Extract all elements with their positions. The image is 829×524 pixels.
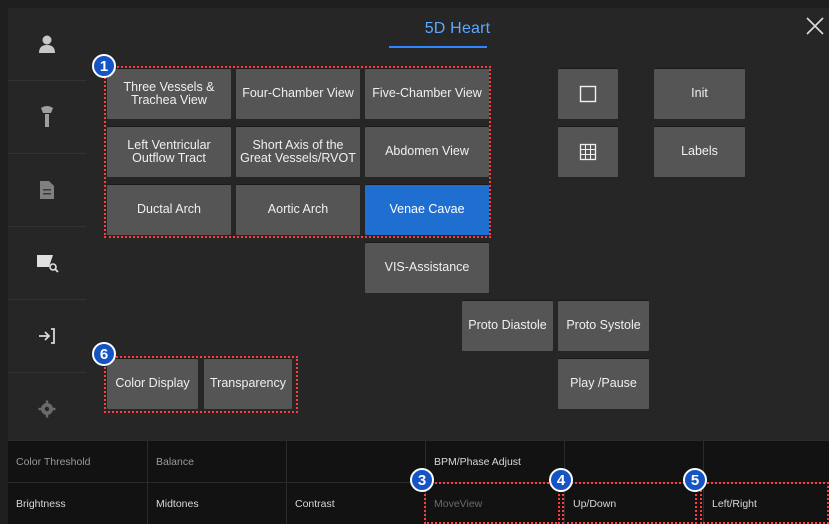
badge-1: 1 bbox=[92, 54, 116, 78]
view-label: Aortic Arch bbox=[267, 202, 329, 216]
close-icon bbox=[806, 17, 824, 35]
view-aortic-arch-button[interactable]: Aortic Arch bbox=[236, 184, 360, 235]
view-five-chamber-button[interactable]: Five-Chamber View bbox=[365, 68, 489, 119]
review-button[interactable] bbox=[8, 227, 86, 300]
proto-systole-button[interactable]: Proto Systole bbox=[558, 300, 649, 351]
view-label: Abdomen View bbox=[385, 144, 469, 158]
badge-6: 6 bbox=[92, 342, 116, 366]
grid-layout-button[interactable] bbox=[558, 126, 618, 177]
init-button[interactable]: Init bbox=[654, 68, 745, 119]
vis-assistance-label: VIS-Assistance bbox=[384, 260, 470, 274]
bottom-cell-moveview[interactable]: MoveView bbox=[426, 482, 565, 524]
bottom-cell-empty-1 bbox=[287, 440, 426, 482]
color-display-label: Color Display bbox=[115, 376, 190, 390]
view-label: Ductal Arch bbox=[137, 202, 201, 216]
left-sidebar bbox=[8, 8, 86, 440]
proto-diastole-button[interactable]: Proto Diastole bbox=[462, 300, 553, 351]
badge-4: 4 bbox=[549, 468, 573, 492]
bottom-cell-brightness[interactable]: Brightness bbox=[8, 482, 148, 524]
bottom-cell-midtones[interactable]: Midtones bbox=[148, 482, 287, 524]
view-three-vessels-button[interactable]: Three Vessels & Trachea View bbox=[107, 68, 231, 119]
view-four-chamber-button[interactable]: Four-Chamber View bbox=[236, 68, 360, 119]
color-display-button[interactable]: Color Display bbox=[107, 358, 198, 409]
labels-button[interactable]: Labels bbox=[654, 126, 745, 177]
title-underline bbox=[389, 46, 487, 48]
patient-button[interactable] bbox=[8, 8, 86, 81]
proto-systole-label: Proto Systole bbox=[566, 318, 641, 332]
bottom-cell-balance[interactable]: Balance bbox=[148, 440, 287, 482]
gear-icon bbox=[38, 400, 56, 418]
view-label: Three Vessels & Trachea View bbox=[123, 79, 215, 107]
transparency-button[interactable]: Transparency bbox=[204, 358, 292, 409]
vis-assistance-button[interactable]: VIS-Assistance bbox=[365, 242, 489, 293]
view-abdomen-button[interactable]: Abdomen View bbox=[365, 126, 489, 177]
single-layout-button[interactable] bbox=[558, 68, 618, 119]
settings-button[interactable] bbox=[8, 373, 86, 445]
play-pause-label: Play /Pause bbox=[570, 376, 637, 390]
bottom-cell-left-right[interactable]: Left/Right bbox=[704, 482, 829, 524]
view-label: Short Axis of the Great Vessels/RVOT bbox=[240, 137, 356, 165]
probe-icon bbox=[41, 106, 53, 127]
report-button[interactable] bbox=[8, 154, 86, 227]
bottom-cell-up-down[interactable]: Up/Down bbox=[565, 482, 704, 524]
view-label: Venae Cavae bbox=[389, 202, 465, 216]
page-title: 5D Heart bbox=[424, 20, 491, 37]
document-icon bbox=[40, 181, 54, 199]
bottom-cell-contrast[interactable]: Contrast bbox=[287, 482, 426, 524]
bottom-cell-color-threshold[interactable]: Color Threshold bbox=[8, 440, 148, 482]
probe-button[interactable] bbox=[8, 81, 86, 154]
play-pause-button[interactable]: Play /Pause bbox=[558, 358, 649, 409]
user-icon bbox=[39, 35, 55, 53]
transparency-label: Transparency bbox=[210, 376, 286, 390]
grid-icon bbox=[579, 143, 597, 160]
view-lvot-button[interactable]: Left Ventricular Outflow Tract bbox=[107, 126, 231, 177]
init-label: Init bbox=[691, 86, 708, 100]
badge-5: 5 bbox=[683, 468, 707, 492]
exit-button[interactable] bbox=[8, 300, 86, 373]
view-venae-cavae-button[interactable]: Venae Cavae bbox=[365, 184, 489, 235]
view-label: Five-Chamber View bbox=[372, 86, 482, 100]
proto-diastole-label: Proto Diastole bbox=[468, 318, 547, 332]
image-zoom-icon bbox=[37, 255, 59, 273]
bottom-cell-bpm-phase[interactable]: BPM/Phase Adjust bbox=[426, 440, 565, 482]
bottom-cell-empty-3 bbox=[704, 440, 829, 482]
single-view-icon bbox=[579, 85, 597, 102]
labels-label: Labels bbox=[681, 144, 718, 158]
view-label: Left Ventricular Outflow Tract bbox=[127, 137, 211, 165]
badge-3: 3 bbox=[410, 468, 434, 492]
view-label: Four-Chamber View bbox=[242, 86, 354, 100]
close-button[interactable] bbox=[805, 16, 825, 36]
view-short-axis-button[interactable]: Short Axis of the Great Vessels/RVOT bbox=[236, 126, 360, 177]
exit-icon bbox=[39, 328, 55, 344]
view-ductal-arch-button[interactable]: Ductal Arch bbox=[107, 184, 231, 235]
